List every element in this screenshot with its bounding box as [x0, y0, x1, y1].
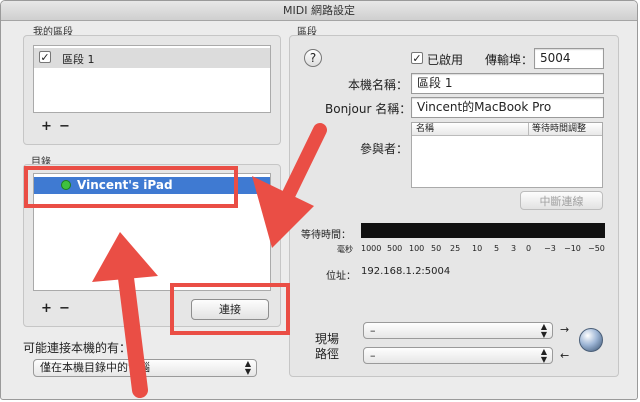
annotation-arrow-up-icon — [118, 270, 148, 398]
annotation-arrow-down-icon — [277, 123, 327, 211]
annotation-arrowhead-down-icon — [252, 176, 314, 248]
annotation-arrowhead-up-icon — [92, 232, 158, 282]
annotation-arrows — [92, 123, 327, 398]
